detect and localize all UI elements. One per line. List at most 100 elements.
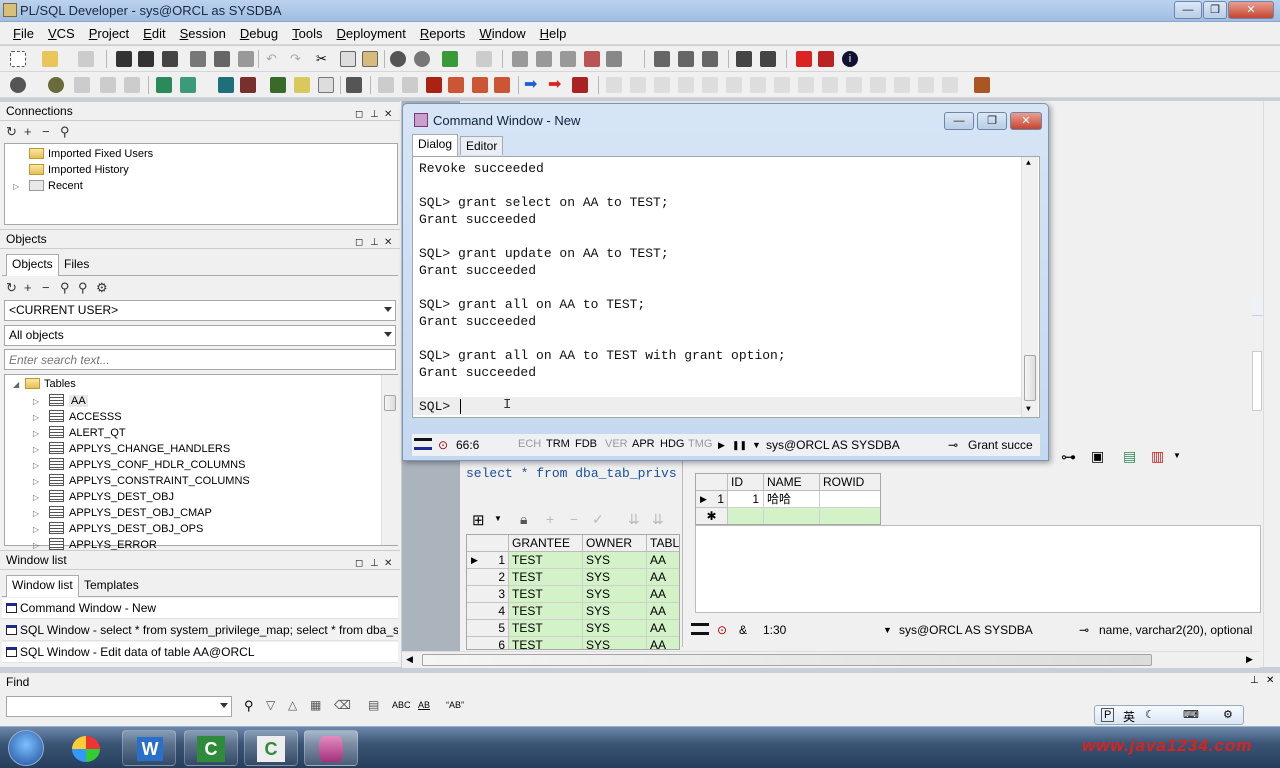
whole-word-toggle[interactable]: AB — [418, 700, 430, 710]
cascade-icon[interactable] — [678, 51, 694, 67]
expand-icon[interactable] — [894, 77, 910, 93]
menu-help[interactable]: Help — [533, 22, 574, 45]
import-icon[interactable] — [442, 51, 458, 67]
table-item[interactable]: ▷ APPLYS_DEST_OBJ — [33, 490, 174, 503]
window-list-icon[interactable] — [654, 51, 670, 67]
quote-icon[interactable]: “AB” — [446, 700, 464, 710]
moon-icon[interactable]: ☾ — [1145, 708, 1155, 721]
unindent-icon[interactable] — [536, 51, 552, 67]
grid-cell[interactable] — [820, 508, 880, 524]
refresh-icon[interactable]: ↻ — [6, 124, 17, 140]
minimize-button[interactable]: — — [1174, 1, 1202, 19]
save-as-icon[interactable] — [138, 51, 154, 67]
nav-down-icon[interactable] — [846, 77, 862, 93]
flag-tmg[interactable]: TMG — [688, 438, 712, 450]
grid-cell[interactable]: TEST — [509, 569, 583, 586]
grid-cell[interactable]: AA — [647, 586, 679, 603]
menu-edit[interactable]: Edit — [136, 22, 172, 45]
step-over-icon[interactable] — [402, 77, 418, 93]
template-icon[interactable] — [318, 77, 334, 93]
tree-icon[interactable]: ⊶ — [1061, 448, 1076, 466]
connect-icon[interactable]: ⚲ — [60, 124, 70, 140]
find-icon[interactable] — [390, 51, 406, 67]
layout-icon[interactable] — [736, 51, 752, 67]
mdi-v-scrollbar[interactable] — [1263, 101, 1280, 667]
table-item[interactable]: ▷ APPLYS_CONSTRAINT_COLUMNS — [33, 474, 250, 487]
grid-cell[interactable]: TEST — [509, 552, 583, 569]
commit-icon[interactable] — [218, 77, 234, 93]
flag-ver[interactable]: VER — [605, 438, 628, 450]
replace-icon[interactable] — [414, 51, 430, 67]
grid-cell[interactable] — [820, 491, 880, 508]
float-icon[interactable]: ◻ — [355, 233, 363, 252]
save-all-icon[interactable] — [162, 51, 178, 67]
ime-icon[interactable]: P — [1101, 708, 1115, 722]
debug-step-icon[interactable] — [472, 77, 488, 93]
bookmark-next-icon[interactable] — [630, 77, 646, 93]
flag-trm[interactable]: TRM — [546, 438, 570, 450]
row-number[interactable]: 6 — [467, 637, 509, 649]
menu-tools[interactable]: Tools — [285, 22, 329, 45]
grid-cell[interactable]: SYS — [583, 637, 647, 649]
chevron-down-icon[interactable]: ▼ — [752, 440, 761, 450]
table-item[interactable]: ▷ APPLYS_DEST_OBJ_OPS — [33, 522, 203, 535]
scrollbar-thumb[interactable] — [422, 654, 1152, 666]
split-icon[interactable] — [918, 77, 934, 93]
print-preview-icon[interactable] — [214, 51, 230, 67]
pin-icon[interactable]: ⊥ — [370, 554, 379, 573]
grid-cell[interactable]: TEST — [509, 586, 583, 603]
arrow-right-red-icon[interactable]: ➡ — [548, 77, 564, 93]
tab-files[interactable]: Files — [58, 254, 95, 275]
close-button[interactable]: ✕ — [1228, 1, 1274, 19]
break-icon[interactable] — [124, 77, 140, 93]
filter-icon[interactable]: ⚲ — [78, 280, 88, 296]
menu-project[interactable]: Project — [82, 22, 136, 45]
search-icon[interactable] — [10, 77, 26, 93]
tree-item[interactable]: Imported Fixed Users — [13, 148, 153, 160]
merge-icon[interactable] — [942, 77, 958, 93]
sql-prompt[interactable]: SQL> — [419, 399, 458, 414]
scroll-right-icon[interactable]: ▶ — [1246, 654, 1253, 665]
menu-reports[interactable]: Reports — [413, 22, 473, 45]
column-header[interactable]: OWNER — [583, 535, 647, 552]
arrow-right-blue-icon[interactable]: ➡ — [524, 77, 540, 93]
cut-icon[interactable]: ✂ — [316, 51, 332, 67]
grid-cell[interactable] — [764, 508, 820, 524]
pdf-icon[interactable] — [818, 51, 834, 67]
next-icon[interactable]: ⇊ — [628, 511, 640, 528]
flag-apr[interactable]: APR — [632, 438, 655, 450]
tab-templates[interactable]: Templates — [78, 575, 145, 596]
find-prev-icon[interactable]: △ — [288, 698, 297, 712]
search-input[interactable] — [4, 349, 396, 370]
scrollbar-thumb[interactable] — [1024, 355, 1036, 401]
object-filter-select[interactable]: All objects — [4, 325, 396, 346]
table-item[interactable]: ▷ AA — [33, 394, 88, 407]
grid-cell[interactable]: TEST — [509, 637, 583, 649]
uncomment-icon[interactable] — [584, 51, 600, 67]
grid-cell[interactable]: SYS — [583, 552, 647, 569]
binoculars-icon[interactable]: ⚲ — [244, 698, 254, 714]
float-icon[interactable]: ◻ — [355, 554, 363, 573]
step-icon[interactable] — [378, 77, 394, 93]
row-number[interactable]: ▶ 1 — [696, 491, 728, 508]
grid-cell[interactable] — [728, 508, 764, 524]
lock-icon[interactable] — [974, 77, 990, 93]
highlight-icon[interactable]: ▦ — [310, 698, 321, 712]
tree-item-tables[interactable]: ◢ Tables — [13, 378, 76, 390]
row-number[interactable]: 4 — [467, 603, 509, 620]
menu-vcs[interactable]: VCS — [41, 22, 82, 45]
delete-row-icon[interactable]: − — [570, 511, 578, 527]
expand-arrow-icon[interactable]: ▷ — [13, 182, 23, 191]
settings-icon[interactable] — [48, 77, 64, 93]
table-item[interactable]: ▷ ACCESSS — [33, 410, 122, 423]
menu-file[interactable]: File — [6, 22, 41, 45]
tools-icon[interactable] — [346, 77, 362, 93]
grid-layout-icon[interactable] — [760, 51, 776, 67]
tree-item[interactable]: Imported History — [13, 164, 129, 176]
column-header[interactable]: NAME — [764, 474, 820, 491]
scroll-left-icon[interactable]: ◀ — [406, 654, 413, 665]
match-case-toggle[interactable]: ABC — [392, 700, 411, 710]
compile-icon[interactable] — [74, 77, 90, 93]
nav-forward-icon[interactable] — [798, 77, 814, 93]
column-header[interactable]: GRANTEE — [509, 535, 583, 552]
